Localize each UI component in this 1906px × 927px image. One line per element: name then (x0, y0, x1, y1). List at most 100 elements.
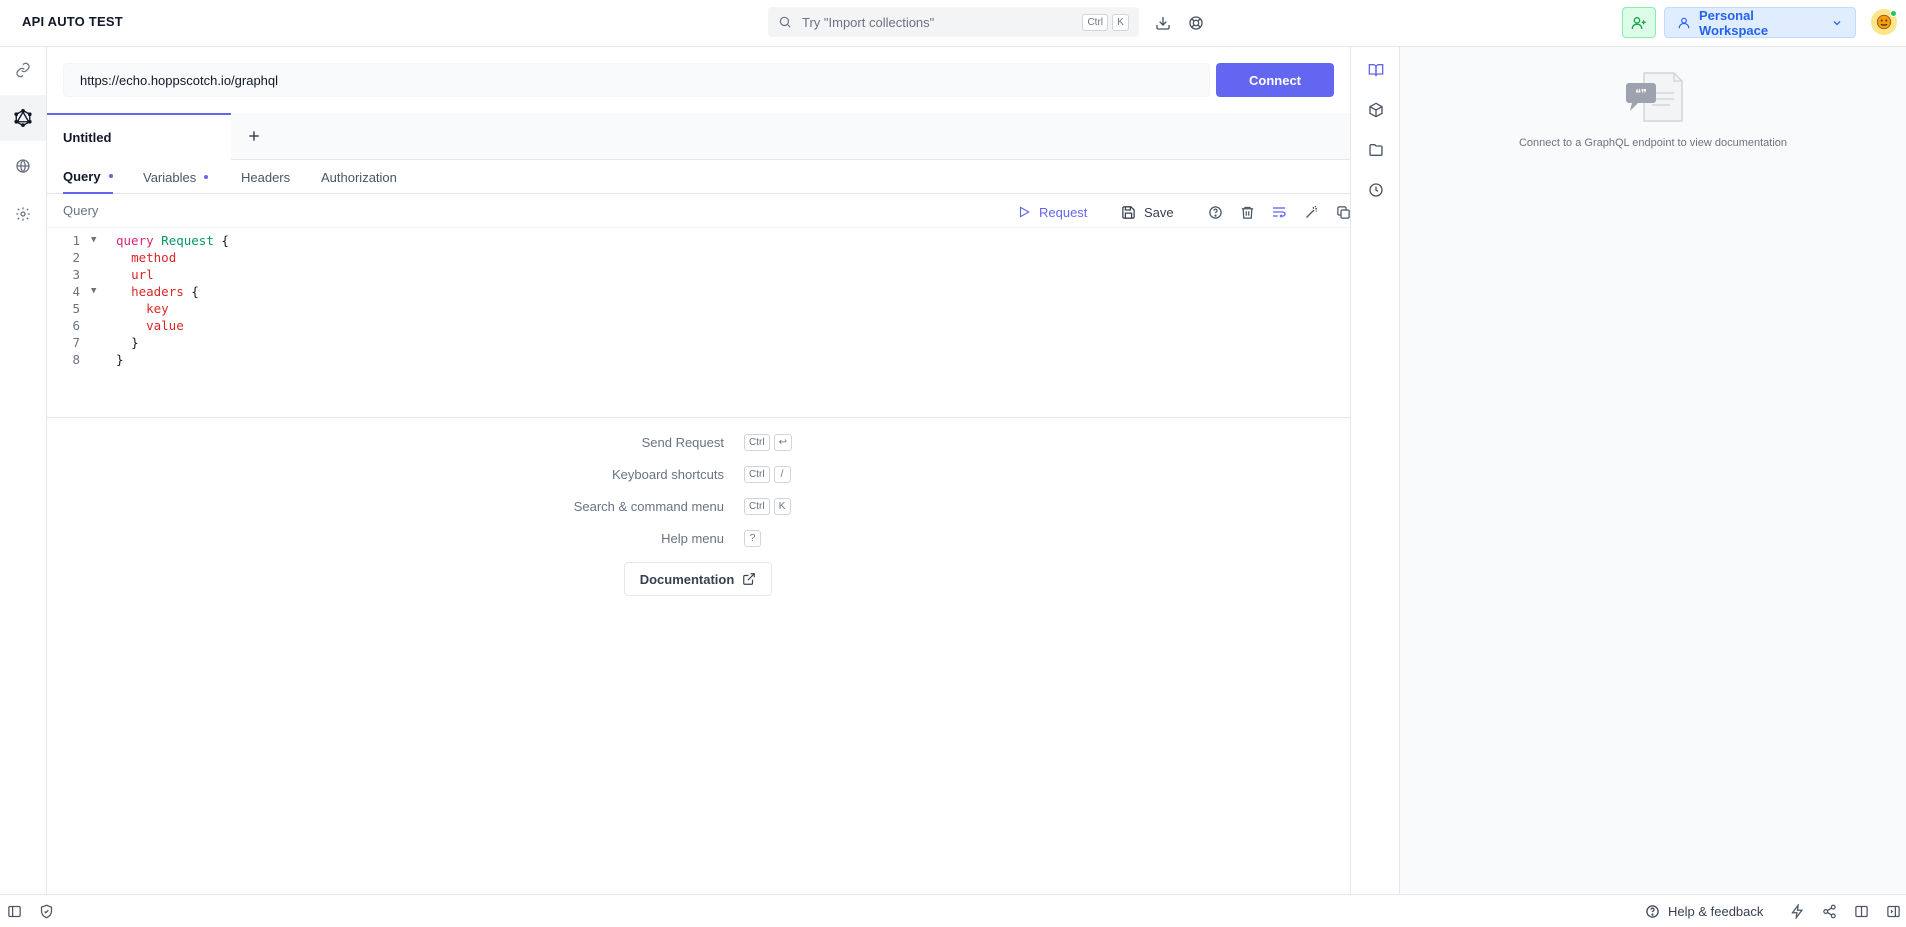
top-header: API AUTO TEST Try "Import collections" C… (0, 0, 1906, 47)
run-request-label: Request (1039, 204, 1088, 220)
graphql-icon (14, 109, 32, 127)
prettify-wand-icon[interactable] (1300, 201, 1322, 223)
download-icon[interactable] (1152, 12, 1174, 34)
new-tab-button[interactable] (243, 125, 265, 147)
brace-token: { (221, 233, 229, 248)
collections-folder-icon[interactable] (1364, 138, 1388, 162)
history-clock-icon[interactable] (1364, 178, 1388, 202)
field-token: value (146, 318, 184, 333)
subtab-query[interactable]: Query (63, 160, 113, 194)
fold-arrow-icon[interactable]: ▼ (91, 232, 96, 249)
query-section-label: Query (63, 203, 99, 218)
line-number: 6 (72, 318, 80, 333)
query-toolbar: Query Request Save (47, 194, 1350, 228)
code-text: value (116, 317, 184, 334)
code-line: 7 } (47, 334, 1350, 351)
search-bar[interactable]: Try "Import collections" Ctrl K (768, 7, 1139, 37)
workspace-label: Personal Workspace (1699, 7, 1769, 38)
brace-token: } (116, 352, 124, 367)
subtab-headers[interactable]: Headers (241, 160, 290, 194)
shortcut-label: Help menu (661, 530, 724, 546)
shortcut-send-request: Send Request Ctrl ↩ (540, 432, 810, 452)
code-text: method (116, 249, 176, 266)
user-plus-icon (1631, 15, 1647, 31)
code-text: query Request { (116, 232, 229, 249)
trash-icon[interactable] (1236, 201, 1258, 223)
documentation-label: Documentation (639, 571, 735, 587)
app-window: API AUTO TEST Try "Import collections" C… (0, 0, 1906, 927)
shortcut-key: / (773, 465, 791, 483)
brace-token: { (191, 284, 199, 299)
globe-icon (15, 158, 31, 174)
field-token: method (131, 250, 177, 265)
endpoint-url-input[interactable]: https://echo.hoppscotch.io/graphql (63, 63, 1210, 97)
query-editor[interactable]: 1 ▼ query Request { 2 method 3 url 4 ▼ h… (47, 232, 1350, 418)
shortcut-label: Keyboard shortcuts (611, 466, 724, 482)
field-token: headers (131, 284, 184, 299)
help-feedback-button[interactable]: Help & feedback (1645, 900, 1763, 922)
nav-item-rest[interactable] (0, 47, 46, 93)
request-subtabs: Query Variables Headers Authorization (47, 160, 1350, 194)
subtab-label: Query (63, 168, 101, 184)
save-button[interactable]: Save (1121, 201, 1174, 223)
user-avatar[interactable] (1871, 9, 1897, 35)
svg-text:❝❞: ❝❞ (1635, 87, 1647, 100)
invite-user-button[interactable] (1622, 7, 1656, 38)
connect-button[interactable]: Connect (1216, 63, 1334, 97)
split-columns-icon[interactable] (1850, 900, 1872, 922)
lightning-icon[interactable] (1786, 900, 1808, 922)
workspace-selector-button[interactable]: Personal Workspace (1664, 7, 1856, 38)
code-line: 2 method (47, 249, 1350, 266)
line-number: 2 (72, 250, 80, 265)
search-shortcut-key: K (1112, 13, 1129, 31)
code-text: headers { (116, 283, 199, 300)
subtab-variables[interactable]: Variables (143, 160, 209, 194)
shortcut-label: Send Request (641, 434, 724, 450)
modified-indicator (108, 174, 113, 178)
shield-check-icon[interactable] (35, 900, 57, 922)
nav-item-realtime[interactable] (0, 143, 46, 189)
online-status-dot (1890, 10, 1897, 17)
save-icon (1121, 205, 1136, 220)
code-text: } (116, 351, 124, 368)
field-token: key (146, 301, 169, 316)
docs-book-icon[interactable] (1364, 58, 1388, 82)
code-line: 4 ▼ headers { (47, 283, 1350, 300)
left-sidebar (0, 47, 47, 894)
line-number: 8 (72, 352, 80, 367)
gear-icon (15, 206, 31, 222)
help-circle-icon (1645, 904, 1660, 919)
code-line: 5 key (47, 300, 1350, 317)
run-request-button[interactable]: Request (1017, 201, 1087, 223)
nav-item-settings[interactable] (0, 191, 46, 237)
wrap-lines-icon[interactable] (1268, 201, 1290, 223)
documentation-button[interactable]: Documentation (624, 562, 772, 596)
nav-item-graphql[interactable] (0, 95, 46, 141)
share-icon[interactable] (1818, 900, 1840, 922)
chevron-down-icon (1831, 17, 1843, 29)
code-text: key (116, 300, 169, 317)
shortcut-key: K (773, 497, 791, 515)
shortcut-keyboard-shortcuts: Keyboard shortcuts Ctrl / (540, 464, 810, 484)
docs-empty-message: Connect to a GraphQL endpoint to view do… (1518, 137, 1788, 149)
shortcut-key: ↩ (773, 433, 792, 451)
modified-indicator (204, 175, 209, 179)
support-icon[interactable] (1185, 12, 1207, 34)
code-line: 3 url (47, 266, 1350, 283)
schema-cube-icon[interactable] (1364, 98, 1388, 122)
search-shortcut-mod: Ctrl (1082, 13, 1108, 31)
shortcut-key: Ctrl (744, 465, 770, 483)
line-number: 5 (72, 301, 80, 316)
sidebar-toggle-icon[interactable] (3, 900, 25, 922)
help-circle-icon[interactable] (1204, 201, 1226, 223)
fold-arrow-icon[interactable]: ▼ (91, 283, 96, 300)
collapse-right-panel-icon[interactable] (1882, 900, 1904, 922)
shortcut-label: Search & command menu (573, 498, 724, 514)
brace-token: } (131, 335, 139, 350)
subtab-authorization[interactable]: Authorization (321, 160, 397, 194)
code-text: } (116, 334, 139, 351)
app-title: API AUTO TEST (22, 14, 123, 29)
shortcut-search-command: Search & command menu Ctrl K (540, 496, 810, 516)
footer-bar: Help & feedback (0, 894, 1906, 927)
tab-untitled[interactable]: Untitled (47, 113, 231, 160)
